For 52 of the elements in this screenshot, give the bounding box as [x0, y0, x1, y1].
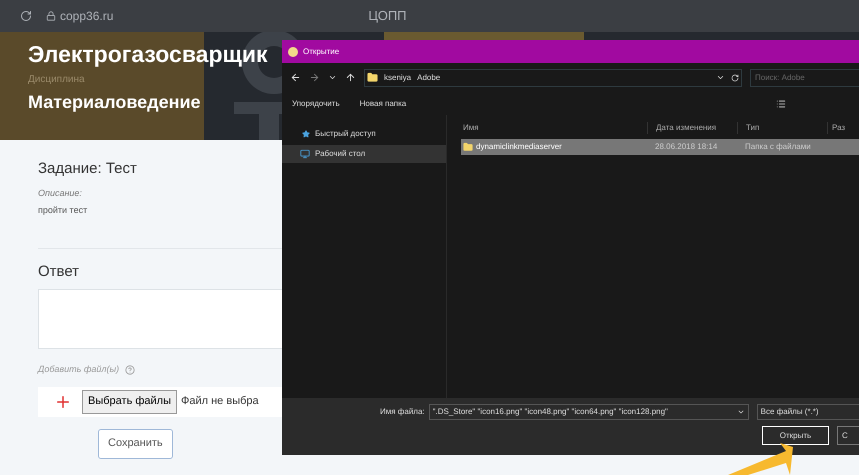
dropdown-icon[interactable] [736, 408, 745, 416]
column-header[interactable]: Имя [447, 122, 647, 134]
filename-field[interactable]: ".DS_Store" "icon16.png" "icon48.png" "icon64.png" "icon128.png" [428, 404, 749, 420]
choose-files-button[interactable]: Выбрать файлы [82, 390, 177, 414]
no-file-text: Файл не выбра [181, 394, 259, 410]
desktop-icon [300, 149, 310, 159]
filename-label: Имя файла: [380, 406, 425, 418]
column-header[interactable]: Тип [737, 122, 827, 134]
discipline-label: Дисциплина [28, 73, 86, 87]
refresh-icon[interactable] [731, 74, 739, 82]
discipline-name: Материаловедение [28, 91, 202, 114]
column-header[interactable]: Раз [827, 122, 857, 134]
pointer-arrow [728, 443, 793, 475]
toolbar-button[interactable]: Новая папка [360, 98, 406, 110]
file-date: 28.06.2018 18:14 [654, 141, 718, 153]
folder-icon [463, 142, 473, 152]
recent-icon[interactable] [328, 73, 337, 82]
url-text[interactable]: copp36.ru [60, 7, 114, 25]
file-name: dynamiclinkmediaserver [476, 141, 562, 153]
file-row[interactable]: dynamiclinkmediaserver 28.06.2018 18:14 Папка с файлами [461, 139, 859, 155]
forward-icon[interactable] [309, 72, 320, 83]
filter-select[interactable]: Все файлы (*.*) [756, 404, 859, 420]
description-text: пройти тест [38, 204, 88, 217]
app-icon [288, 46, 298, 56]
toolbar-button[interactable]: Упорядочить [292, 98, 340, 110]
star-icon [302, 130, 310, 138]
description-label: Описание: [38, 186, 83, 200]
breadcrumb[interactable]: Adobe [417, 72, 440, 84]
column-header[interactable]: Дата изменения [647, 122, 737, 134]
answer-label: Ответ [38, 262, 80, 282]
address-bar[interactable]: kseniya Adobe [364, 68, 742, 86]
reload-icon[interactable] [20, 10, 32, 22]
dialog-title: Открытие [303, 46, 340, 58]
breadcrumb[interactable]: kseniya [384, 72, 412, 84]
folder-icon [367, 72, 378, 83]
attach-label: Добавить файл(ы) [38, 363, 120, 376]
dropdown-icon[interactable] [716, 73, 725, 82]
file-type: Папка с файлами [744, 141, 812, 153]
dialog-button[interactable]: Открыть [762, 426, 829, 445]
dialog-button[interactable]: С [837, 426, 859, 445]
back-icon[interactable] [290, 72, 301, 83]
save-button[interactable]: Сохранить [98, 428, 173, 458]
up-icon[interactable] [345, 72, 356, 83]
course-title: Электрогазосварщик [28, 40, 268, 68]
page-title: ЦОПП [368, 7, 407, 26]
search-field[interactable]: Поиск: Adobe [750, 68, 859, 86]
sidebar-item[interactable]: Рабочий стол [282, 145, 446, 163]
task-title: Задание: Тест [38, 159, 138, 179]
sidebar-item[interactable]: Быстрый доступ [282, 125, 446, 143]
help-icon[interactable] [125, 364, 136, 375]
view-icon[interactable] [776, 98, 786, 108]
lock-icon [46, 11, 56, 21]
